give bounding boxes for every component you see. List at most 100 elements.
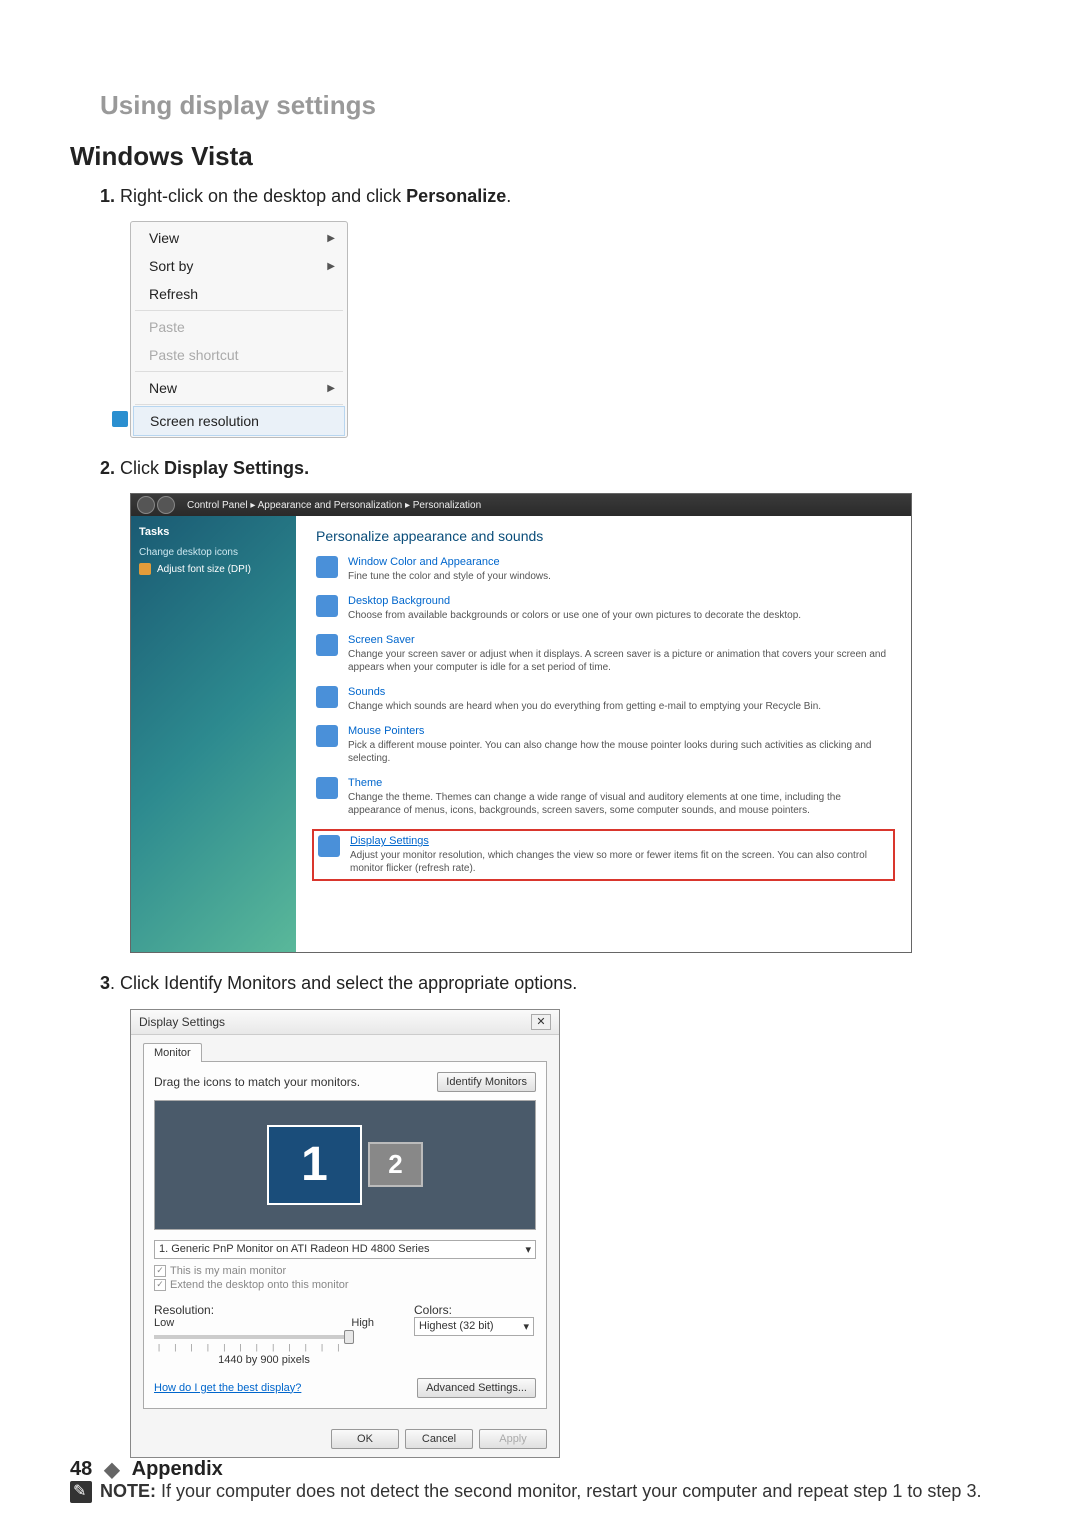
option-theme[interactable]: Theme Change the theme. Themes can chang… xyxy=(316,777,891,817)
step-2-text: Click xyxy=(120,458,164,478)
sidebar: Tasks Change desktop icons Adjust font s… xyxy=(131,516,296,952)
cancel-button[interactable]: Cancel xyxy=(405,1429,473,1449)
colors-select[interactable]: Highest (32 bit) ▾ xyxy=(414,1317,534,1336)
extend-desktop-checkbox: ✓ Extend the desktop onto this monitor xyxy=(154,1279,536,1291)
identify-monitors-button[interactable]: Identify Monitors xyxy=(437,1072,536,1092)
monitor-2[interactable]: 2 xyxy=(368,1142,423,1187)
resolution-value: 1440 by 900 pixels xyxy=(154,1354,374,1366)
cm-separator xyxy=(135,371,343,372)
option-title: Mouse Pointers xyxy=(348,725,891,737)
step-2: 2. Click Display Settings. xyxy=(100,456,1010,481)
monitor-icon xyxy=(112,411,128,427)
cm-sortby-label: Sort by xyxy=(149,258,193,274)
content-heading: Personalize appearance and sounds xyxy=(316,528,891,544)
cm-paste-shortcut-label: Paste shortcut xyxy=(149,347,239,363)
note-icon xyxy=(70,1481,92,1503)
resolution-slider[interactable] xyxy=(154,1335,354,1339)
checkbox-icon: ✓ xyxy=(154,1265,166,1277)
monitor-select-value: 1. Generic PnP Monitor on ATI Radeon HD … xyxy=(159,1243,429,1256)
slider-ticks: | | | | | | | | | | | | xyxy=(158,1343,374,1352)
monitor-arrangement[interactable]: 1 2 xyxy=(154,1100,536,1230)
option-desc: Change the theme. Themes can change a wi… xyxy=(348,791,891,817)
dialog-buttons: OK Cancel Apply xyxy=(131,1421,559,1457)
dialog-titlebar: Display Settings ✕ xyxy=(131,1010,559,1035)
personalization-window: Control Panel ▸ Appearance and Personali… xyxy=(130,493,912,953)
step-1-num: 1. xyxy=(100,186,115,206)
advanced-settings-button[interactable]: Advanced Settings... xyxy=(417,1378,536,1398)
step-3: 3. Click Identify Monitors and select th… xyxy=(100,971,1010,996)
apply-button: Apply xyxy=(479,1429,547,1449)
step-3-text: Click Identify Monitors and select the a… xyxy=(115,973,577,993)
page-footer: 48 ◆ Appendix xyxy=(70,1457,223,1482)
mouse-pointers-icon xyxy=(316,725,338,747)
close-button[interactable]: ✕ xyxy=(531,1014,551,1030)
tab-monitor[interactable]: Monitor xyxy=(143,1043,202,1062)
breadcrumb-sep: ▸ xyxy=(405,500,413,511)
chevron-right-icon: ▶ xyxy=(327,383,335,394)
forward-button[interactable] xyxy=(157,496,175,514)
option-screen-saver[interactable]: Screen Saver Change your screen saver or… xyxy=(316,634,891,674)
note-label: NOTE: xyxy=(100,1481,156,1501)
option-window-color[interactable]: Window Color and Appearance Fine tune th… xyxy=(316,556,891,583)
theme-icon xyxy=(316,777,338,799)
display-settings-dialog: Display Settings ✕ Monitor Drag the icon… xyxy=(130,1009,560,1458)
window-color-icon xyxy=(316,556,338,578)
breadcrumb: Control Panel ▸ Appearance and Personali… xyxy=(187,500,481,511)
cm-paste: Paste xyxy=(131,313,347,341)
checkbox-icon: ✓ xyxy=(154,1279,166,1291)
cm-separator xyxy=(135,310,343,311)
breadcrumb-ap[interactable]: Appearance and Personalization xyxy=(258,500,403,511)
screen-saver-icon xyxy=(316,634,338,656)
cm-refresh[interactable]: Refresh xyxy=(131,280,347,308)
breadcrumb-p[interactable]: Personalization xyxy=(413,500,481,511)
step-2-bold: Display Settings. xyxy=(164,458,309,478)
option-title: Display Settings xyxy=(350,835,889,847)
desktop-background-icon xyxy=(316,595,338,617)
back-button[interactable] xyxy=(137,496,155,514)
note-text: If your computer does not detect the sec… xyxy=(156,1481,981,1501)
chevron-right-icon: ▶ xyxy=(327,261,335,272)
option-sounds[interactable]: Sounds Change which sounds are heard whe… xyxy=(316,686,891,713)
option-title: Window Color and Appearance xyxy=(348,556,891,568)
cm-paste-shortcut: Paste shortcut xyxy=(131,341,347,369)
cm-new[interactable]: New ▶ xyxy=(131,374,347,402)
window-body: Tasks Change desktop icons Adjust font s… xyxy=(131,516,911,952)
main-monitor-label: This is my main monitor xyxy=(170,1265,286,1277)
cm-sort-by[interactable]: Sort by ▶ xyxy=(131,252,347,280)
sidebar-link-desktop-icons[interactable]: Change desktop icons xyxy=(139,544,288,561)
chevron-down-icon: ▾ xyxy=(523,1320,529,1333)
breadcrumb-cp[interactable]: Control Panel xyxy=(187,500,248,511)
option-desc: Choose from available backgrounds or col… xyxy=(348,609,891,622)
chevron-right-icon: ▶ xyxy=(327,233,335,244)
extend-desktop-label: Extend the desktop onto this monitor xyxy=(170,1279,349,1291)
cm-screen-resolution[interactable]: Screen resolution xyxy=(133,406,345,436)
context-menu: View ▶ Sort by ▶ Refresh Paste Paste sho… xyxy=(130,221,348,438)
option-desktop-background[interactable]: Desktop Background Choose from available… xyxy=(316,595,891,622)
footer-section: Appendix xyxy=(132,1458,223,1481)
sidebar-link-dpi[interactable]: Adjust font size (DPI) xyxy=(139,561,288,578)
option-title: Desktop Background xyxy=(348,595,891,607)
cm-new-label: New xyxy=(149,380,177,396)
step-2-num: 2. xyxy=(100,458,115,478)
cm-screenres-label: Screen resolution xyxy=(150,413,259,429)
cm-view[interactable]: View ▶ xyxy=(131,224,347,252)
step-1: 1. Right-click on the desktop and click … xyxy=(100,184,1010,209)
option-desc: Change your screen saver or adjust when … xyxy=(348,648,891,674)
help-link[interactable]: How do I get the best display? xyxy=(154,1382,301,1394)
slider-thumb[interactable] xyxy=(344,1330,354,1344)
sidebar-title: Tasks xyxy=(139,526,288,538)
high-label: High xyxy=(351,1317,374,1329)
option-mouse-pointers[interactable]: Mouse Pointers Pick a different mouse po… xyxy=(316,725,891,765)
monitor-1[interactable]: 1 xyxy=(267,1125,362,1205)
colors-label: Colors: xyxy=(414,1303,534,1317)
content-pane: Personalize appearance and sounds Window… xyxy=(296,516,911,952)
resolution-label: Resolution: xyxy=(154,1303,374,1317)
drag-text: Drag the icons to match your monitors. xyxy=(154,1075,360,1089)
footer-separator-icon: ◆ xyxy=(104,1457,119,1482)
option-desc: Adjust your monitor resolution, which ch… xyxy=(350,849,889,875)
chevron-down-icon: ▾ xyxy=(525,1243,531,1256)
ok-button[interactable]: OK xyxy=(331,1429,399,1449)
cm-separator xyxy=(135,404,343,405)
option-display-settings[interactable]: Display Settings Adjust your monitor res… xyxy=(312,829,895,881)
monitor-select[interactable]: 1. Generic PnP Monitor on ATI Radeon HD … xyxy=(154,1240,536,1259)
